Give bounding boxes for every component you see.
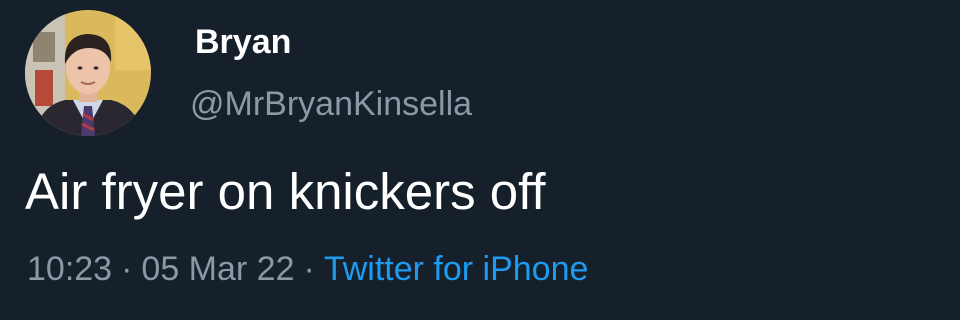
tweet-time[interactable]: 10:23 xyxy=(27,250,112,288)
tweet-source-link[interactable]: Twitter for iPhone xyxy=(324,250,589,288)
avatar-photo xyxy=(25,10,151,136)
metadata-separator: · xyxy=(121,250,133,288)
avatar[interactable] xyxy=(25,10,151,136)
tweet-date[interactable]: 05 Mar 22 xyxy=(141,250,294,288)
metadata-separator: · xyxy=(303,250,315,288)
display-name[interactable]: Bryan xyxy=(195,20,291,64)
user-handle[interactable]: @MrBryanKinsella xyxy=(190,82,472,126)
tweet-text: Air fryer on knickers off xyxy=(25,163,546,220)
tweet-card: Bryan @MrBryanKinsella Air fryer on knic… xyxy=(0,0,960,320)
tweet-metadata: 10:23 · 05 Mar 22 · Twitter for iPhone xyxy=(27,247,588,291)
